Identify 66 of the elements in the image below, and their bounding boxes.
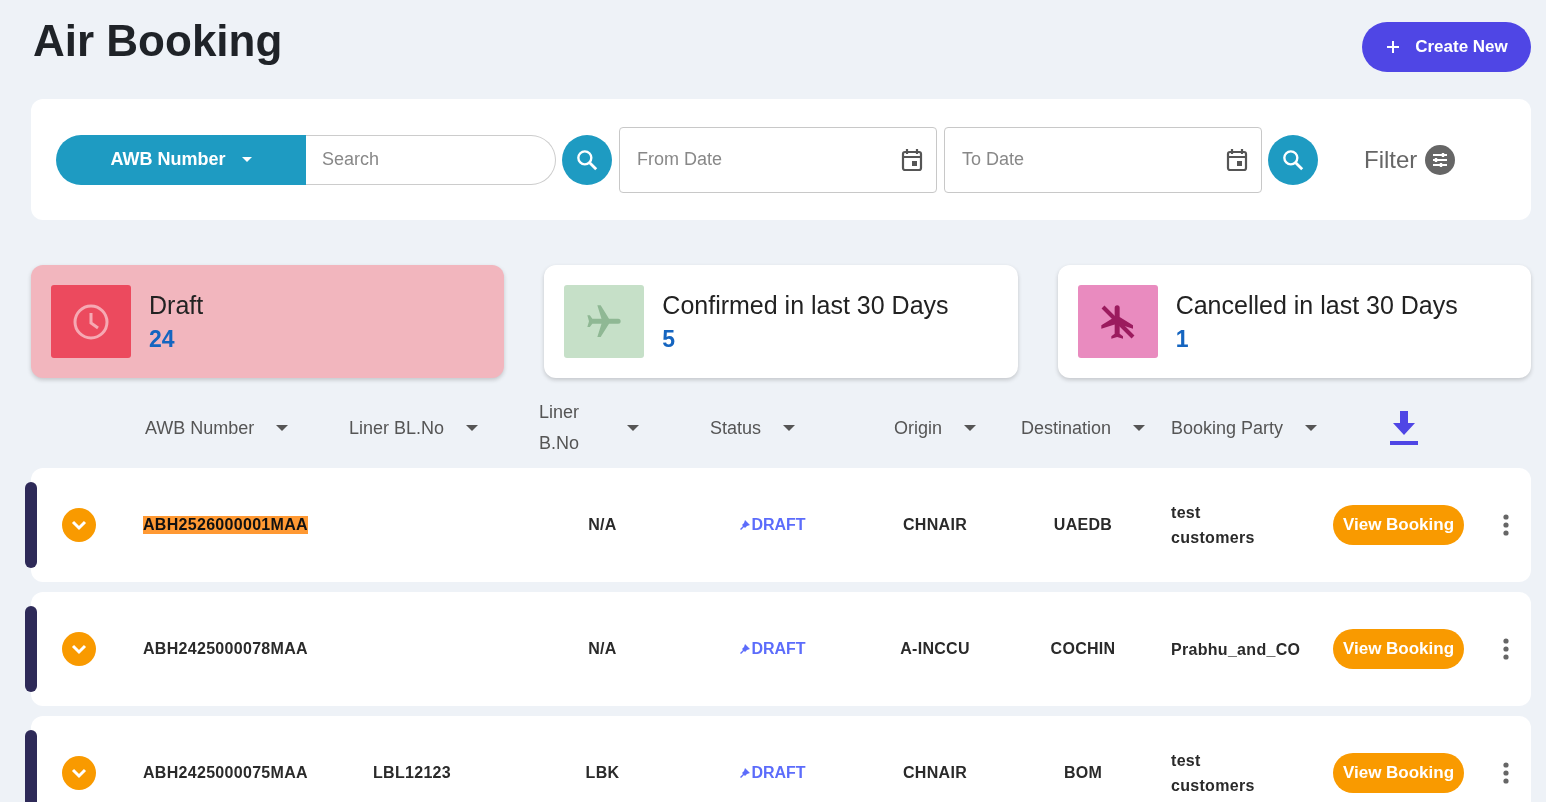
search-button[interactable] [562,134,612,185]
sliders-icon [1425,144,1456,175]
stat-count: 24 [149,325,176,353]
date-field[interactable]: To Date [944,126,1262,193]
stat-card[interactable]: Confirmed in last 30 Days 5 [544,265,1018,378]
stat-card[interactable]: Cancelled in last 30 Days 1 [1057,265,1531,378]
caret-icon [627,425,639,431]
pin-icon [739,519,752,531]
caret-icon [276,425,289,431]
table-cell: COCHIN [1050,640,1116,658]
date-field[interactable]: From Date [619,126,937,193]
caret-icon [783,425,796,431]
caret-icon [1133,425,1146,431]
column-header[interactable]: AWB Number [145,417,289,439]
page-title: Air Booking [33,15,283,67]
table-cell-text: Prabhu_and_CO [1171,639,1301,660]
stat-label: Confirmed in last 30 Days [662,290,949,320]
awb-number: ABH2425000078MAA [143,640,308,658]
table-cell: N/A [588,516,617,534]
calendar-icon [1226,147,1248,172]
status-label: DRAFT [739,516,806,534]
caret-icon [964,425,976,431]
download-icon[interactable] [1390,411,1418,445]
expand-icon[interactable] [62,508,96,542]
status-label: DRAFT [739,640,806,658]
table-cell: A-INCCU [900,640,970,658]
column-header[interactable]: Booking Party [1170,417,1318,439]
table-cell: CHNAIR [903,764,967,782]
more-icon[interactable] [1503,514,1509,536]
plus-icon [1385,39,1402,55]
column-header[interactable]: Liner BL.No [349,417,479,439]
table-cell-text: test customers [1171,503,1255,548]
table-cell: BOM [1063,764,1103,782]
stat-label: Cancelled in last 30 Days [1175,290,1458,320]
stat-count: 5 [662,325,677,353]
date-search-button[interactable] [1268,134,1318,185]
row-accent-bar [25,730,37,802]
column-header[interactable]: Status [710,417,796,439]
stat-label: Draft [149,290,204,320]
pin-icon [739,767,752,779]
status-label: DRAFT [739,764,806,782]
table-cell: N/A [588,640,617,658]
filter-button[interactable]: Filter [1364,144,1456,175]
awb-number: ABH2425000075MAA [143,764,308,782]
caret-icon [1305,425,1318,431]
table-cell: LBK [585,764,620,782]
column-header[interactable]: Origin [894,417,976,439]
more-icon[interactable] [1503,638,1509,660]
table-cell: CHNAIR [903,516,967,534]
caret-icon [466,425,479,431]
expand-icon[interactable] [62,756,96,790]
pin-icon [739,643,752,655]
caret-icon [241,156,252,163]
create-new-button[interactable]: Create New [1362,22,1531,72]
column-header[interactable]: Liner B.No [539,397,639,459]
search-field[interactable]: Search [306,134,556,185]
column-header[interactable]: Destination [1020,417,1146,439]
stat-card[interactable]: Draft 24 [31,265,505,378]
calendar-icon [901,147,923,172]
expand-icon[interactable] [62,632,96,666]
more-icon[interactable] [1503,762,1509,784]
awb-number: ABH2526000001MAA [143,516,308,534]
table-cell: LBL12123 [373,764,451,782]
table-cell: UAEDB [1053,516,1113,534]
table-cell-text: test customers [1171,751,1255,796]
stat-count: 1 [1175,325,1190,353]
